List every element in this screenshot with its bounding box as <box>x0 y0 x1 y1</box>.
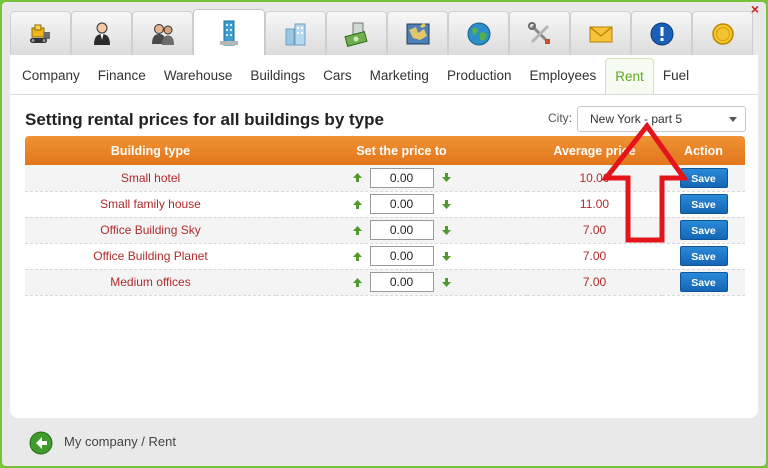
tab-fuel[interactable]: Fuel <box>654 58 698 94</box>
tab-rent-icon[interactable] <box>509 11 570 55</box>
arrow-up-icon[interactable] <box>352 173 362 183</box>
globe-icon <box>467 22 490 45</box>
tab-company-icon[interactable] <box>10 11 71 55</box>
price-input[interactable] <box>369 272 434 292</box>
back-arrow-icon[interactable] <box>29 431 53 455</box>
section-tab-bar: Company Finance Warehouse Buildings Cars… <box>10 55 758 95</box>
building-type-cell: Office Building Sky <box>25 217 276 244</box>
city-label: City: <box>548 111 572 125</box>
tab-warehouse[interactable]: Warehouse <box>155 58 242 94</box>
tab-company[interactable]: Company <box>13 58 89 94</box>
building-type-cell: Office Building Planet <box>25 243 276 270</box>
building-type-cell: Small family house <box>25 191 276 218</box>
header-building-type: Building type <box>25 136 276 165</box>
people-icon <box>151 23 174 45</box>
tab-buildings[interactable]: Buildings <box>241 58 314 94</box>
tab-finance-icon[interactable] <box>71 11 132 55</box>
building-type-cell: Medium offices <box>25 269 276 296</box>
price-input[interactable] <box>369 246 434 266</box>
building-type-cell: Small hotel <box>25 165 276 192</box>
tab-marketing[interactable]: Marketing <box>361 58 438 94</box>
tab-buildings-icon[interactable] <box>193 9 265 55</box>
save-button[interactable]: Save <box>679 272 728 292</box>
arrow-up-icon[interactable] <box>352 199 362 209</box>
breadcrumb: My company / Rent <box>64 434 176 449</box>
icon-tab-bar <box>10 9 758 55</box>
tab-coin-icon[interactable] <box>692 11 753 55</box>
arrow-up-icon[interactable] <box>352 251 362 261</box>
chevron-down-icon <box>729 117 737 122</box>
footer-bar: My company / Rent <box>10 422 758 462</box>
money-icon <box>343 22 368 47</box>
tab-fuel-icon[interactable] <box>570 11 631 55</box>
buildings-icon <box>285 23 305 45</box>
tab-warehouse-icon[interactable] <box>132 11 193 55</box>
annotation-arrow-icon <box>602 122 689 243</box>
arrow-down-icon[interactable] <box>441 199 451 209</box>
arrow-up-icon[interactable] <box>352 225 362 235</box>
manager-icon <box>93 22 110 45</box>
average-price-cell: 7.00 <box>527 269 662 296</box>
tab-cars-icon[interactable] <box>265 11 326 55</box>
price-input[interactable] <box>369 220 434 240</box>
price-input[interactable] <box>369 194 434 214</box>
price-input[interactable] <box>369 167 434 188</box>
header-set-price: Set the price to <box>276 136 527 165</box>
tab-employees[interactable]: Employees <box>521 58 606 94</box>
tab-cars[interactable]: Cars <box>314 58 361 94</box>
tab-rent[interactable]: Rent <box>605 58 654 94</box>
tab-employees-icon[interactable] <box>448 11 509 55</box>
tools-icon <box>527 21 550 44</box>
tab-finance[interactable]: Finance <box>89 58 155 94</box>
page-title: Setting rental prices for all buildings … <box>25 110 384 129</box>
envelope-icon <box>589 26 612 42</box>
save-button[interactable]: Save <box>679 246 728 266</box>
table-row: Medium offices 7.00 Save <box>25 269 745 296</box>
game-window: × Company Finance Warehouse Buildings Ca… <box>0 0 768 468</box>
arrow-down-icon[interactable] <box>441 277 451 287</box>
tab-production-icon[interactable] <box>387 11 448 55</box>
bulldozer-icon <box>29 24 50 43</box>
arrow-down-icon[interactable] <box>441 225 451 235</box>
office-tower-icon <box>220 20 238 45</box>
map-icon <box>406 22 429 44</box>
tab-production[interactable]: Production <box>438 58 521 94</box>
tab-marketing-icon[interactable] <box>326 11 387 55</box>
arrow-down-icon[interactable] <box>441 251 451 261</box>
coin-icon <box>711 22 734 45</box>
arrow-up-icon[interactable] <box>352 277 362 287</box>
tab-alert-icon[interactable] <box>631 11 692 55</box>
alert-icon <box>650 22 673 45</box>
arrow-down-icon[interactable] <box>441 173 451 183</box>
